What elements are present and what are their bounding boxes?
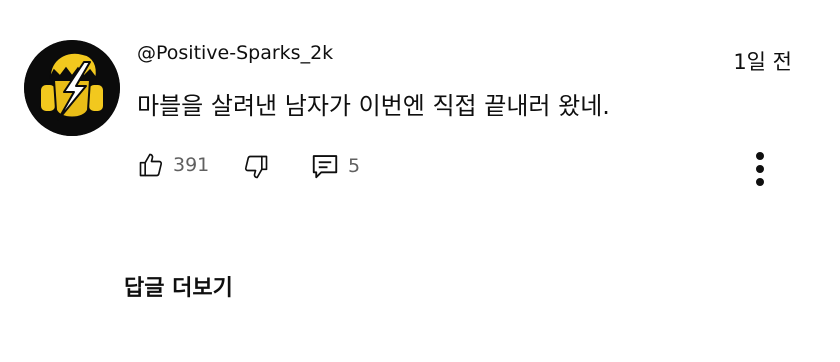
dislike-button[interactable] bbox=[242, 152, 270, 182]
comment-thread: @Positive-Sparks_2k 1일 전 마블을 살려낸 남자가 이번엔… bbox=[0, 0, 840, 362]
avatar-lightning-icon bbox=[24, 40, 120, 136]
comment-author[interactable]: @Positive-Sparks_2k bbox=[137, 42, 333, 64]
more-options-button[interactable] bbox=[740, 146, 780, 190]
comment-timestamp[interactable]: 1일 전 bbox=[733, 46, 792, 76]
thumbs-down-icon bbox=[244, 155, 268, 179]
show-replies-button[interactable]: 답글 더보기 bbox=[124, 270, 233, 302]
thumbs-up-icon bbox=[139, 153, 163, 177]
more-vertical-icon bbox=[756, 152, 764, 186]
avatar[interactable] bbox=[24, 40, 120, 136]
reply-button[interactable]: 5 bbox=[310, 152, 360, 180]
reply-count: 5 bbox=[348, 155, 361, 177]
comment-text: 마블을 살려낸 남자가 이번엔 직접 끝내러 왔네. bbox=[137, 92, 610, 120]
comment-icon bbox=[312, 155, 338, 179]
like-button[interactable]: 391 bbox=[137, 150, 209, 180]
like-count: 391 bbox=[173, 154, 210, 176]
